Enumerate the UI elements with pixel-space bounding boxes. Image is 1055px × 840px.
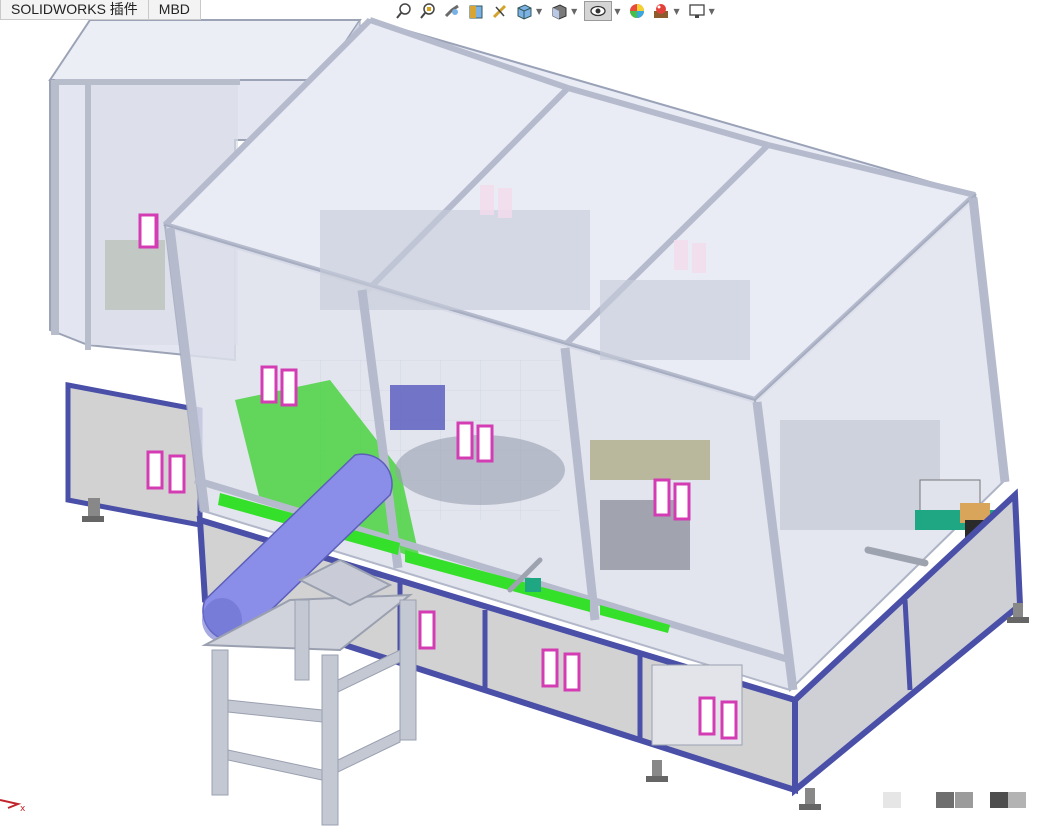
heads-up-view-toolbar: ▼ ▼ ▼ ▼ ▼ — [394, 0, 718, 22]
edit-appearance-icon[interactable] — [627, 1, 647, 21]
zoom-to-fit-icon[interactable] — [394, 1, 414, 21]
tab-solidworks-addins[interactable]: SOLIDWORKS 插件 — [0, 0, 149, 20]
watermark-block — [1008, 792, 1026, 808]
zoom-to-area-icon[interactable] — [418, 1, 438, 21]
view-orientation-icon[interactable] — [514, 1, 534, 21]
hide-show-items-icon[interactable] — [584, 1, 613, 21]
dynamic-annotation-icon[interactable] — [490, 1, 510, 21]
watermark-block — [883, 792, 901, 808]
graphics-area[interactable] — [0, 0, 1055, 840]
section-view-icon[interactable] — [466, 1, 486, 21]
command-tab-bar: SOLIDWORKS 插件 MBD — [0, 0, 201, 20]
watermark-block — [955, 792, 973, 808]
triad-x-label: x — [20, 804, 26, 814]
chevron-down-icon[interactable]: ▼ — [709, 7, 715, 16]
display-style-icon[interactable] — [549, 1, 569, 21]
apply-scene-icon[interactable] — [651, 1, 671, 21]
chevron-down-icon[interactable]: ▼ — [571, 7, 577, 16]
chevron-down-icon[interactable]: ▼ — [536, 7, 542, 16]
tab-mbd[interactable]: MBD — [148, 0, 201, 20]
watermark-block — [990, 792, 1008, 808]
left-base-cabinet — [65, 381, 203, 529]
previous-view-icon[interactable] — [442, 1, 462, 21]
chevron-down-icon[interactable]: ▼ — [673, 7, 679, 16]
watermark-block — [936, 792, 954, 808]
reference-triad: x — [0, 799, 26, 814]
chevron-down-icon[interactable]: ▼ — [614, 7, 620, 16]
view-settings-icon[interactable] — [687, 1, 707, 21]
